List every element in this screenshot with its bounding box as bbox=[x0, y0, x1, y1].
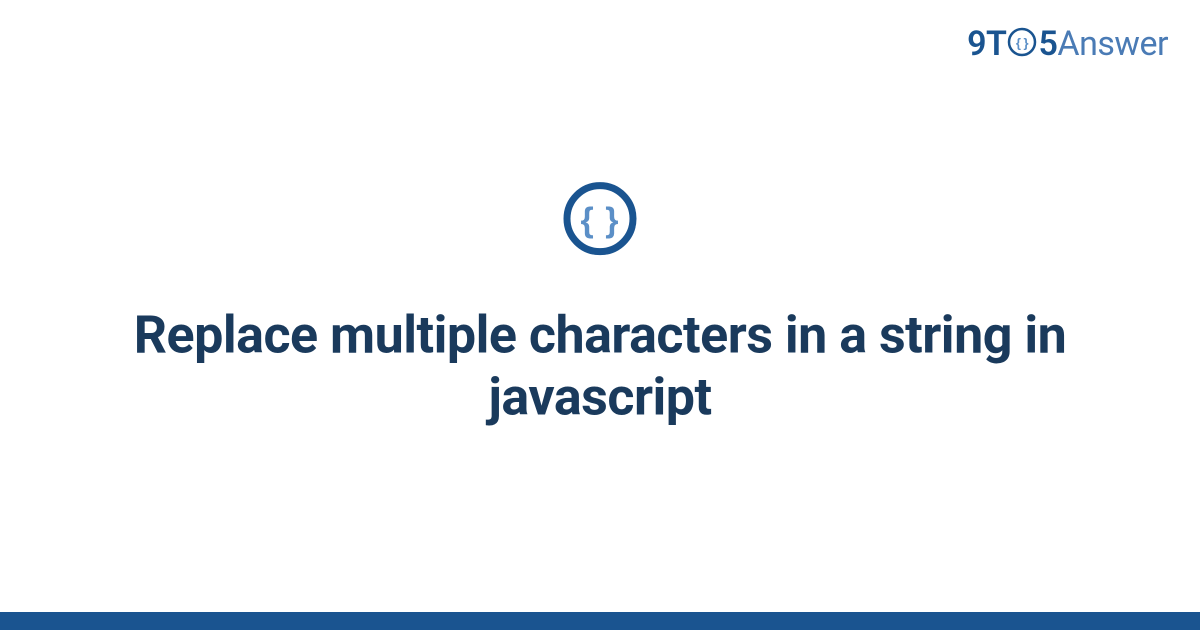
logo-part-5: 5 bbox=[1038, 24, 1057, 64]
page-title: Replace multiple characters in a string … bbox=[60, 305, 1140, 430]
main-content: { } Replace multiple characters in a str… bbox=[0, 181, 1200, 430]
logo-part-t: T bbox=[986, 24, 1006, 64]
braces-circle-icon: { } bbox=[562, 181, 638, 257]
svg-text:{ }: { } bbox=[581, 202, 620, 240]
logo-part-9: 9 bbox=[967, 24, 986, 64]
logo-part-answer: Answer bbox=[1057, 24, 1168, 64]
site-logo: 9 T { } 5 Answer bbox=[967, 24, 1168, 64]
bottom-accent-bar bbox=[0, 612, 1200, 630]
logo-braces-o-icon: { } bbox=[1007, 27, 1037, 57]
svg-text:{ }: { } bbox=[1016, 36, 1029, 51]
